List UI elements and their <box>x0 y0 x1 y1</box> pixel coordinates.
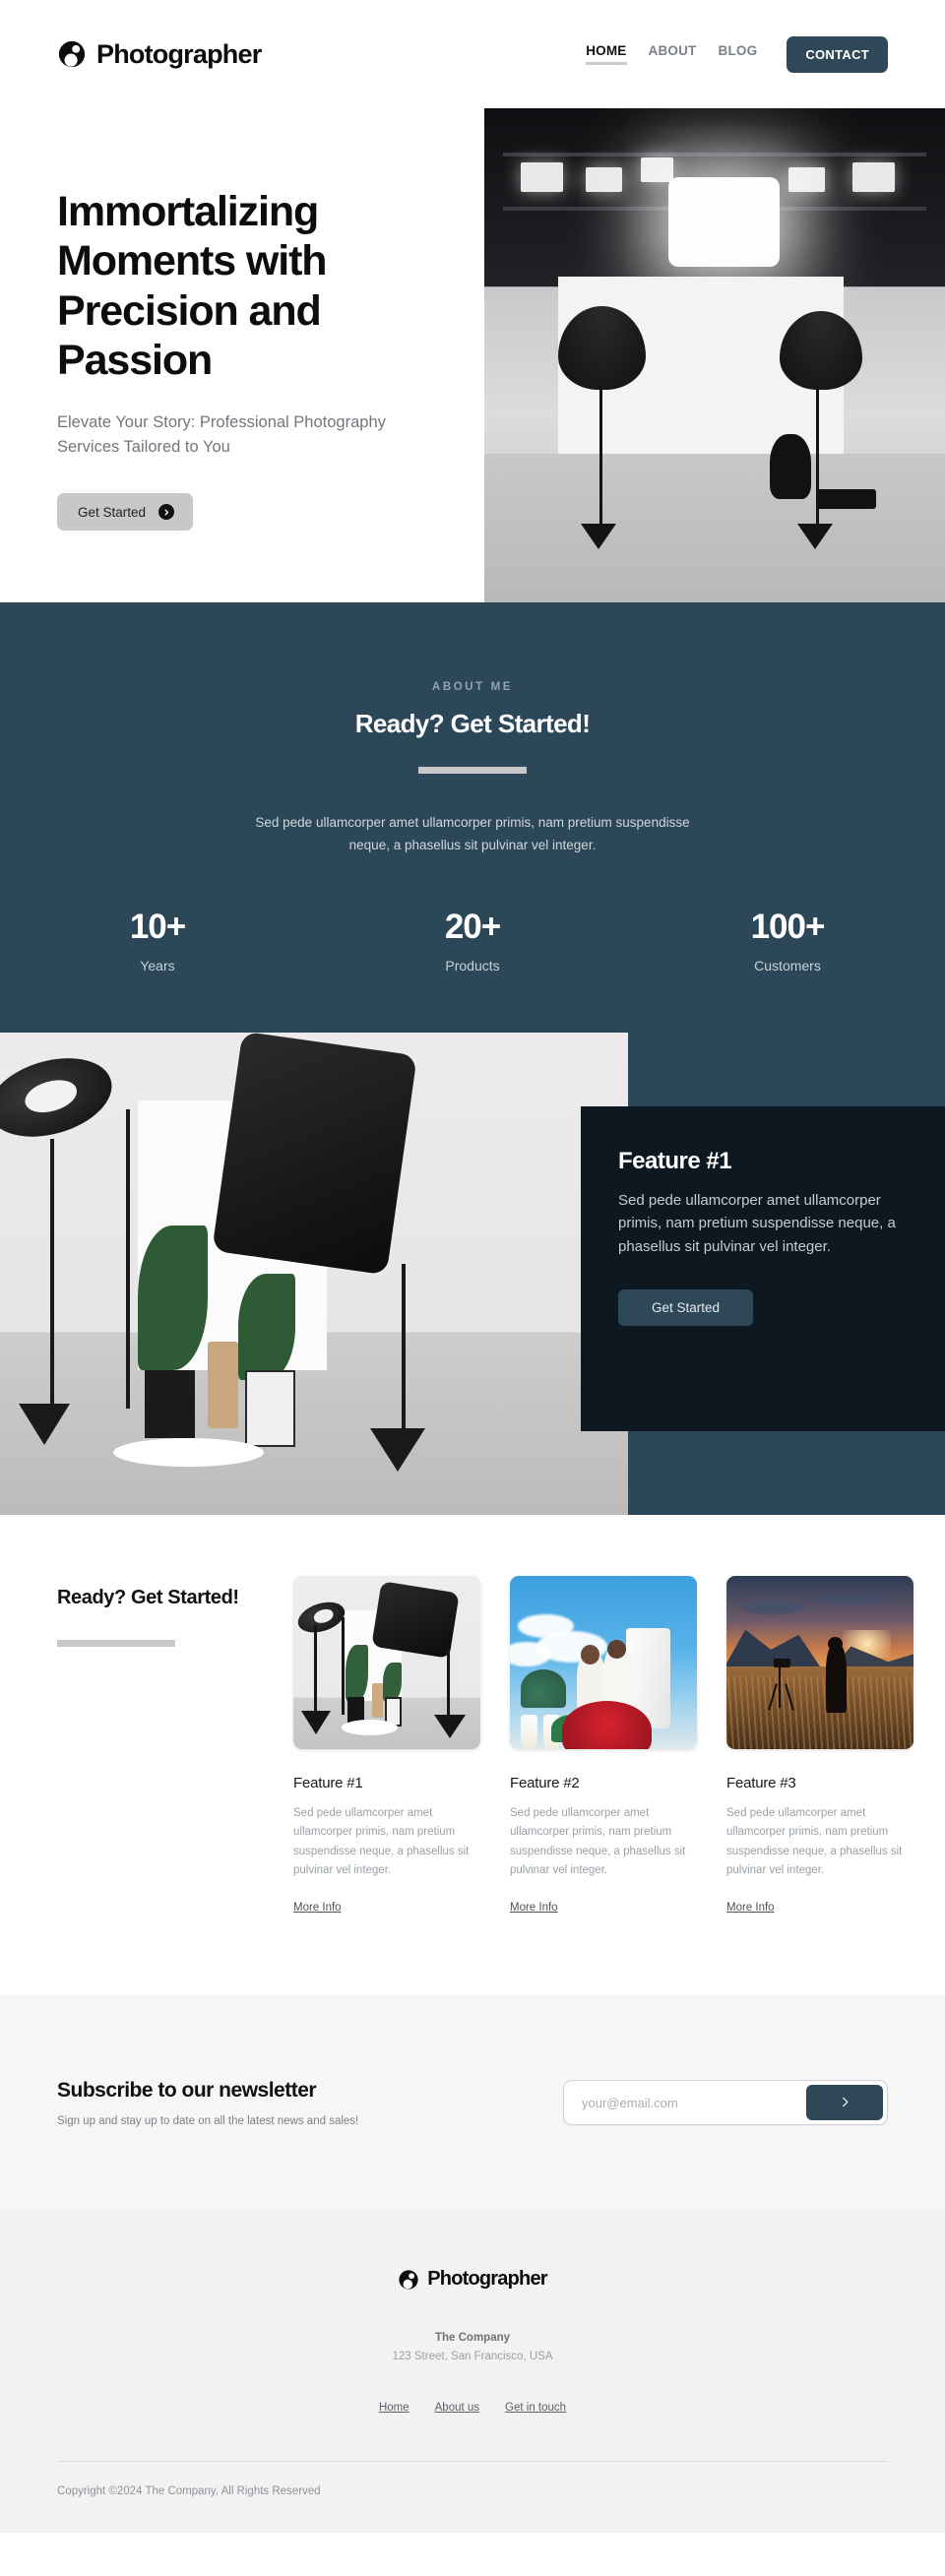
feature-card-more-info-link[interactable]: More Info <box>726 1902 775 1914</box>
footer-copyright: Copyright ©2024 The Company, All Rights … <box>57 2485 321 2498</box>
wedding-couple-photo <box>510 1576 697 1749</box>
stat-label: Years <box>140 958 175 974</box>
newsletter-title: Subscribe to our newsletter <box>57 2078 317 2102</box>
feature-card-title: Feature #2 <box>510 1775 580 1791</box>
about-section: ABOUT ME Ready? Get Started! Sed pede ul… <box>0 602 945 1033</box>
split-feature-section: Feature #1 Sed pede ullamcorper amet ull… <box>0 1033 945 1515</box>
hero-image <box>484 108 945 602</box>
feature-card-body: Sed pede ullamcorper amet ullamcorper pr… <box>510 1807 686 1876</box>
footer-links: Home About us Get in touch <box>57 2402 888 2414</box>
newsletter-subtitle: Sign up and stay up to date on all the l… <box>57 2114 359 2127</box>
footer-link-home[interactable]: Home <box>379 2402 410 2414</box>
mountain-sunset-photographer-photo <box>726 1576 914 1749</box>
feature-card-body: Sed pede ullamcorper amet ullamcorper pr… <box>293 1807 470 1876</box>
about-title: Ready? Get Started! <box>354 709 591 738</box>
feature-card-image <box>293 1576 480 1749</box>
footer-brand-name: Photographer <box>427 2268 547 2291</box>
feature-card-more-info-link[interactable]: More Info <box>293 1902 342 1914</box>
stats-row: 10+ Years 20+ Products 100+ Customers <box>0 908 945 974</box>
nav-link-about[interactable]: ABOUT <box>649 43 697 65</box>
landing-page: Photographer HOME ABOUT BLOG CONTACT Imm… <box>0 0 945 2534</box>
nav-link-home[interactable]: HOME <box>586 43 627 65</box>
stat-item: 10+ Years <box>0 908 315 974</box>
brand-logo[interactable]: Photographer <box>57 38 262 70</box>
feature-card: Feature #1 Sed pede ullamcorper amet ull… <box>293 1576 480 1916</box>
feature-card-image <box>726 1576 914 1749</box>
camera-lens-icon <box>398 2269 419 2291</box>
stat-label: Products <box>445 958 500 974</box>
camera-lens-icon <box>57 39 87 69</box>
about-body: Sed pede ullamcorper amet ullamcorper pr… <box>255 815 690 853</box>
stat-item: 20+ Products <box>315 908 630 974</box>
stat-value: 100+ <box>750 908 826 947</box>
footer-company-name: The Company <box>434 2332 511 2345</box>
footer-link-about-us[interactable]: About us <box>435 2402 479 2414</box>
feature-card-image <box>510 1576 697 1749</box>
site-footer: Photographer The Company 123 Street, San… <box>0 2211 945 2534</box>
split-feature-image <box>0 1033 628 1515</box>
footer-brand[interactable]: Photographer <box>57 2268 888 2291</box>
feature-card-more-info-link[interactable]: More Info <box>510 1902 558 1914</box>
newsletter-email-input[interactable] <box>568 2095 806 2110</box>
newsletter-copy: Subscribe to our newsletter Sign up and … <box>57 2079 358 2127</box>
newsletter-form <box>563 2080 888 2126</box>
about-divider <box>418 767 527 774</box>
newsletter-submit-button[interactable] <box>806 2085 883 2121</box>
newsletter-section: Subscribe to our newsletter Sign up and … <box>0 1994 945 2212</box>
hero-get-started-button[interactable]: Get Started <box>57 493 194 532</box>
hero-get-started-label: Get Started <box>78 504 147 520</box>
stat-value: 10+ <box>129 908 186 947</box>
hero-subtitle: Elevate Your Story: Professional Photogr… <box>57 413 386 457</box>
stat-item: 100+ Customers <box>630 908 945 974</box>
feature-card: Feature #3 Sed pede ullamcorper amet ull… <box>726 1576 914 1916</box>
about-eyebrow: ABOUT ME <box>431 681 514 693</box>
stat-label: Customers <box>754 958 821 974</box>
stat-value: 20+ <box>444 908 501 947</box>
feature-card-title: Feature #1 <box>293 1775 363 1791</box>
features-heading: Ready? Get Started! <box>57 1587 239 1608</box>
footer-address: 123 Street, San Francisco, USA <box>392 2351 553 2363</box>
feature-cards: Feature #1 Sed pede ullamcorper amet ull… <box>293 1576 914 1916</box>
site-header: Photographer HOME ABOUT BLOG CONTACT <box>0 0 945 108</box>
studio-plants-photo <box>0 1033 628 1515</box>
brand-name: Photographer <box>96 38 262 69</box>
hero-title: Immortalizing Moments with Precision and… <box>57 188 328 384</box>
studio-lighting-plants-photo <box>293 1576 480 1749</box>
split-feature-card: Feature #1 Sed pede ullamcorper amet ull… <box>581 1106 945 1431</box>
features-divider <box>57 1640 175 1648</box>
arrow-right-circle-icon <box>158 504 175 521</box>
feature-card-title: Feature #3 <box>726 1775 796 1791</box>
features-section: Ready? Get Started! Feature #1 Sed pede … <box>0 1515 945 1995</box>
contact-button[interactable]: CONTACT <box>787 35 888 73</box>
studio-lighting-photo <box>484 108 945 602</box>
split-feature-get-started-button[interactable]: Get Started <box>618 1289 754 1327</box>
split-feature-title: Feature #1 <box>618 1148 732 1174</box>
chevron-right-icon <box>840 2095 850 2111</box>
split-feature-body: Sed pede ullamcorper amet ullamcorper pr… <box>618 1192 896 1255</box>
main-nav: HOME ABOUT BLOG CONTACT <box>586 35 888 73</box>
feature-card-body: Sed pede ullamcorper amet ullamcorper pr… <box>726 1807 903 1876</box>
hero-copy: Immortalizing Moments with Precision and… <box>57 187 451 532</box>
features-heading-block: Ready? Get Started! <box>57 1576 293 1916</box>
hero-section: Immortalizing Moments with Precision and… <box>0 108 945 602</box>
feature-card: Feature #2 Sed pede ullamcorper amet ull… <box>510 1576 697 1916</box>
footer-link-get-in-touch[interactable]: Get in touch <box>505 2402 566 2414</box>
nav-link-blog[interactable]: BLOG <box>719 43 758 65</box>
